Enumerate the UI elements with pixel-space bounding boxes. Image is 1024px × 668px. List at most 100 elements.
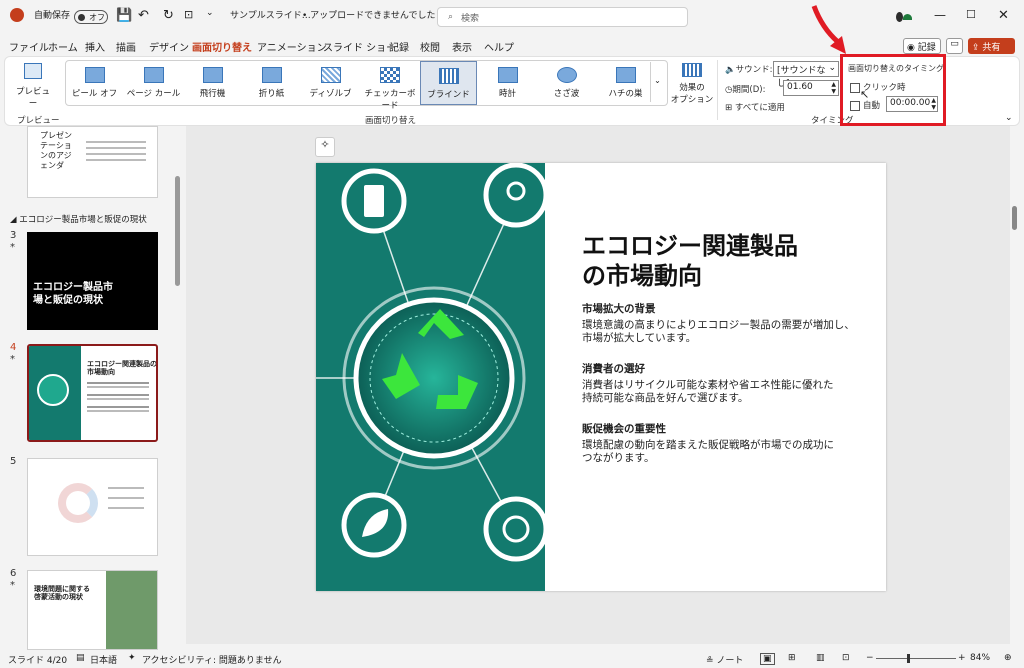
sound-select[interactable]: [サウンドなし]⌄: [773, 61, 839, 89]
tab-draw[interactable]: 描画: [116, 39, 136, 54]
transition-origami[interactable]: 折り紙: [243, 61, 300, 105]
transition-page-curl[interactable]: ページ カール: [125, 61, 182, 105]
section-body: 消費者はリサイクル可能な素材や省エネ性能に優れた: [582, 379, 834, 391]
maximize-icon[interactable]: ☐: [966, 8, 976, 21]
tab-design[interactable]: デザイン: [149, 39, 189, 54]
transition-dissolve[interactable]: ディゾルブ: [302, 61, 359, 105]
slide-thumbnail-5[interactable]: [27, 458, 158, 556]
undo-icon[interactable]: ↶: [138, 8, 149, 23]
notes-button[interactable]: ≗ ノート: [706, 653, 743, 666]
transition-label: 折り紙: [258, 89, 285, 99]
close-icon[interactable]: ✕: [998, 8, 1009, 23]
minimize-icon[interactable]: —: [934, 8, 946, 22]
save-icon[interactable]: 💾: [116, 8, 132, 23]
recycle-illustration: [316, 163, 545, 591]
transition-gallery: ピール オフ ページ カール 飛行機 折り紙 ディゾルブ チェッカーボード ブラ…: [65, 60, 668, 111]
canvas-scrollbar[interactable]: [1012, 206, 1017, 230]
slide-thumbnail-6[interactable]: 環境問題に関する啓蒙活動の現状: [27, 570, 158, 650]
designer-icon[interactable]: ✧: [315, 137, 335, 157]
customize-qat-icon[interactable]: ⌄: [206, 8, 214, 18]
apply-all-label: すべてに適用: [734, 103, 785, 113]
duration-label: ◷期間(D):: [725, 83, 765, 95]
transition-ripple[interactable]: さざ波: [538, 61, 595, 105]
spellcheck-icon[interactable]: ▤: [76, 653, 85, 663]
transition-airplane[interactable]: 飛行機: [184, 61, 241, 105]
file-name[interactable]: サンプルスライド…: [230, 8, 311, 21]
star-icon: *: [10, 354, 15, 365]
timing-highlight-box: [840, 54, 946, 126]
sound-label-text: サウンド:: [735, 65, 773, 75]
slide-sorter-icon[interactable]: ⊞: [788, 653, 796, 663]
tab-insert[interactable]: 挿入: [85, 39, 105, 54]
slide-thumbnail-2[interactable]: プレゼンテーションのアジェンダ: [27, 126, 158, 198]
thumb-image: [29, 346, 81, 440]
gallery-more-icon[interactable]: ⌄: [650, 62, 664, 102]
tab-file[interactable]: ファイル: [9, 39, 49, 54]
effect-options-label: 効果の オプション: [670, 83, 714, 105]
preview-button[interactable]: プレビュー: [13, 63, 53, 109]
language[interactable]: 日本語: [90, 653, 117, 666]
tab-help[interactable]: ヘルプ: [484, 39, 514, 54]
accessibility-status[interactable]: アクセシビリティ: 問題ありません: [142, 653, 282, 666]
slide-title-line: エコロジー関連製品: [582, 232, 798, 260]
tab-record[interactable]: 記録: [389, 39, 409, 54]
effect-options-button[interactable]: 効果の オプション: [670, 63, 714, 105]
transition-blinds[interactable]: ブラインド: [420, 61, 477, 105]
tab-animations[interactable]: アニメーション: [257, 39, 327, 54]
origami-icon: [261, 67, 282, 83]
collapse-ribbon-icon[interactable]: ⌄: [1005, 113, 1013, 123]
zoom-slider-handle[interactable]: [907, 654, 910, 663]
comments-icon[interactable]: ▭: [946, 38, 963, 54]
thumb-text: エコロジー関連製品の市場動向: [87, 360, 157, 376]
section-body: つながります。: [582, 452, 655, 464]
zoom-out-icon[interactable]: −: [866, 653, 874, 663]
thumbnail-scrollbar[interactable]: [175, 176, 180, 286]
tab-slideshow[interactable]: スライド ショー: [323, 39, 396, 54]
menu-bar: ファイル ホーム 挿入 描画 デザイン 画面切り替え アニメーション スライド …: [0, 36, 1024, 58]
record-button[interactable]: ◉ 記録: [903, 38, 941, 54]
zoom-level[interactable]: 84%: [970, 653, 990, 663]
zoom-in-icon[interactable]: +: [958, 653, 966, 663]
transition-peel-off[interactable]: ピール オフ: [66, 61, 123, 105]
transition-checkerboard[interactable]: チェッカーボード: [361, 61, 419, 111]
chevron-down-icon: ◢: [10, 215, 17, 225]
upload-status: • アップロードできませんでした: [302, 11, 436, 21]
accessibility-icon[interactable]: ✦: [128, 653, 136, 663]
fit-slide-icon[interactable]: ⊕: [1004, 653, 1012, 663]
duration-input[interactable]: 01.60 ▲ ▼: [783, 80, 839, 96]
slide-thumbnail-3[interactable]: エコロジー製品市場と販促の現状: [27, 232, 158, 330]
title-bar: 自動保存 オフ 💾 ↶ ↻ ⊡ ⌄ サンプルスライド… • アップロードできませ…: [0, 0, 1024, 36]
search-box[interactable]: ⌕ 検索: [437, 7, 688, 27]
section-body: 市場が拡大しています。: [582, 332, 697, 344]
slide-number: 3: [10, 230, 17, 241]
current-slide[interactable]: エコロジー関連製品 の市場動向 市場拡大の背景 環境意識の高まりによりエコロジー…: [316, 163, 886, 591]
star-icon: *: [10, 242, 15, 253]
slide-number: 5: [10, 456, 17, 467]
present-icon[interactable]: ⊡: [184, 8, 193, 21]
normal-view-icon[interactable]: ▣: [760, 653, 775, 665]
reading-view-icon[interactable]: ▥: [816, 653, 825, 663]
transition-clock[interactable]: 時計: [479, 61, 536, 105]
tab-home[interactable]: ホーム: [48, 39, 78, 54]
ripple-icon: [556, 67, 577, 83]
section-body: 環境意識の高まりによりエコロジー製品の需要が増加し、: [582, 319, 855, 331]
tab-view[interactable]: 表示: [452, 39, 472, 54]
notes-icon: ≗: [706, 656, 714, 666]
slide-number: 6: [10, 568, 17, 579]
user-avatar[interactable]: [896, 8, 912, 26]
transition-label: 飛行機: [199, 89, 226, 99]
slide-thumbnail-4[interactable]: エコロジー関連製品の市場動向: [27, 344, 158, 442]
redo-icon[interactable]: ↻: [163, 8, 174, 23]
status-bar: スライド 4/20 ▤ 日本語 ✦ アクセシビリティ: 問題ありません ≗ ノー…: [0, 650, 1024, 668]
thumb-image: [106, 571, 157, 649]
autosave-toggle[interactable]: オフ: [74, 10, 108, 24]
spinner-icon[interactable]: ▲ ▼: [831, 81, 836, 95]
slideshow-icon[interactable]: ⊡: [842, 653, 850, 663]
transition-label: ピール オフ: [71, 89, 118, 99]
apply-all-button[interactable]: ⊞ すべてに適用: [725, 101, 785, 113]
share-button[interactable]: ⇪ 共有: [968, 38, 1015, 54]
zoom-slider[interactable]: [876, 658, 956, 659]
section-header[interactable]: ◢ エコロジー製品市場と販促の現状: [10, 213, 147, 225]
transition-honeycomb[interactable]: ハチの巣: [597, 61, 654, 105]
tab-review[interactable]: 校閲: [420, 39, 440, 54]
